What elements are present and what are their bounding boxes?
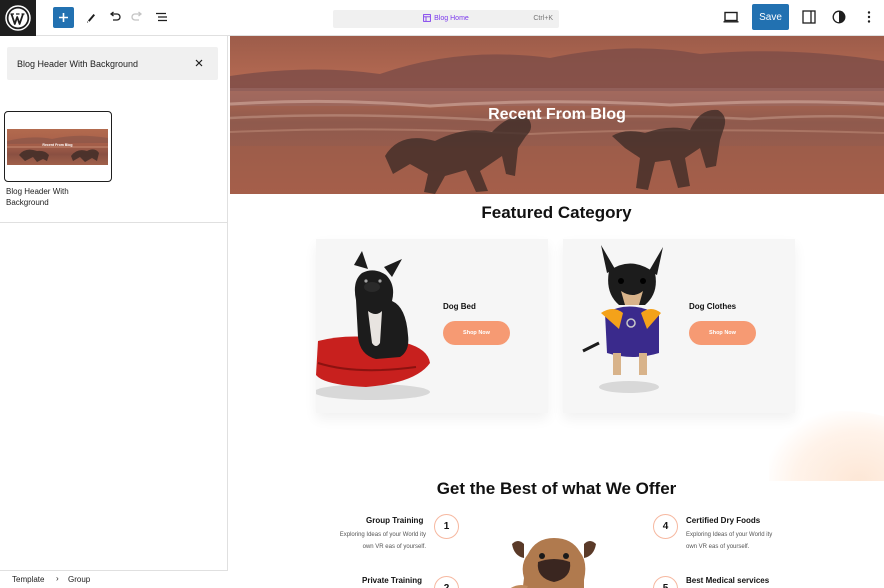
shop-now-button[interactable]: Shop Now — [443, 321, 510, 345]
redo-button[interactable] — [126, 6, 148, 28]
feature-description: Exploring Ideas of your World ity own VR… — [328, 529, 426, 553]
shop-now-button[interactable]: Shop Now — [689, 321, 756, 345]
save-button[interactable]: Save — [752, 4, 789, 30]
feature-desc-line: own VR eas of yourself. — [686, 544, 750, 550]
clear-search-button[interactable] — [193, 57, 205, 69]
dog-silhouettes-thumb — [7, 135, 108, 162]
pattern-search-input[interactable] — [17, 47, 187, 80]
tools-button[interactable] — [80, 6, 102, 28]
desktop-icon — [723, 11, 739, 23]
feature-title: Group Training — [366, 516, 424, 525]
offer-heading: Get the Best of what We Offer — [436, 479, 677, 498]
sidebar-icon — [802, 10, 816, 24]
document-overview-button[interactable] — [150, 6, 172, 28]
pattern-thumbnail: Recent From Blog — [7, 129, 108, 165]
feature-desc-line: Exploring Ideas of your World ity — [339, 532, 426, 538]
wordpress-logo-button[interactable] — [0, 0, 36, 36]
pattern-label: Blog Header With Background — [6, 187, 69, 207]
close-icon — [195, 59, 203, 67]
device-preview-button[interactable] — [720, 6, 742, 28]
featured-category-heading: Featured Category — [481, 203, 632, 222]
pattern-thumb-title: Recent From Blog — [42, 143, 73, 147]
block-breadcrumb: Template › Group — [0, 570, 228, 588]
document-bar[interactable]: Blog Home Ctrl+K — [333, 10, 559, 28]
bulldog-image — [510, 538, 596, 588]
add-block-button[interactable] — [53, 7, 74, 28]
chevron-right-icon: › — [56, 574, 59, 583]
decorative-blob — [769, 411, 884, 481]
feature-desc-line: own VR eas of yourself. — [362, 544, 426, 550]
pencil-icon — [87, 14, 95, 23]
dog-bed-image — [316, 251, 430, 400]
pattern-inserter-panel: Recent From Blog Blog Header With Backgr… — [0, 36, 228, 588]
options-button[interactable] — [858, 6, 880, 28]
feature-title: Best Medical services — [686, 576, 770, 585]
template-icon — [423, 14, 432, 22]
undo-icon — [109, 11, 121, 21]
category-card-dog-bed[interactable]: Dog Bed Shop Now — [316, 239, 548, 413]
breadcrumb-item-template[interactable]: Template — [12, 575, 44, 584]
feature-number: 1 — [434, 514, 459, 539]
editor-canvas[interactable]: Recent From Blog Featured Category Dog B… — [229, 36, 884, 588]
blog-hero-section[interactable]: Recent From Blog — [230, 36, 884, 194]
pattern-search — [7, 47, 218, 80]
feature-description: Exploring Ideas of your World ity own VR… — [686, 529, 796, 553]
category-name: Dog Bed — [443, 302, 476, 311]
feature-title: Certified Dry Foods — [686, 516, 761, 525]
dog-clothes-image — [582, 245, 663, 393]
document-title: Blog Home — [333, 14, 559, 22]
styles-button[interactable] — [828, 6, 850, 28]
feature-desc-line: Exploring Ideas of your World ity — [686, 532, 773, 538]
breadcrumb-item-group[interactable]: Group — [68, 575, 90, 584]
plus-icon — [59, 13, 68, 22]
feature-number: 2 — [434, 576, 459, 588]
editor-topbar: Blog Home Ctrl+K Save — [0, 0, 884, 36]
feature-title: Private Training — [362, 576, 423, 585]
more-vertical-icon — [867, 11, 871, 23]
wordpress-icon — [5, 5, 31, 31]
feature-number: 4 — [653, 514, 678, 539]
panel-divider — [0, 222, 228, 223]
pattern-preview-card[interactable]: Recent From Blog — [4, 111, 112, 182]
redo-icon — [130, 11, 142, 21]
undo-button[interactable] — [103, 6, 125, 28]
half-circle-icon — [832, 10, 846, 24]
category-name: Dog Clothes — [689, 302, 737, 311]
document-title-text: Blog Home — [434, 14, 469, 22]
list-view-icon — [155, 12, 167, 22]
hero-title: Recent From Blog — [488, 106, 626, 123]
feature-number: 5 — [653, 576, 678, 588]
command-shortcut: Ctrl+K — [533, 15, 553, 22]
category-card-dog-clothes[interactable]: Dog Clothes Shop Now — [563, 239, 795, 413]
settings-sidebar-button[interactable] — [798, 6, 820, 28]
